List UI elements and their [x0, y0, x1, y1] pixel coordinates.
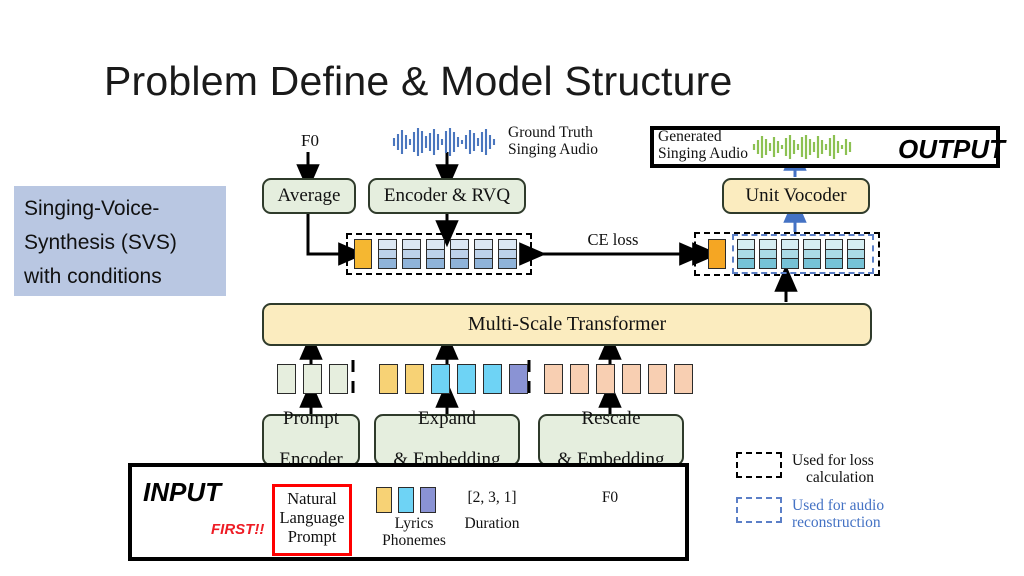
module-prompt-encoder-line-1: Prompt [283, 408, 339, 430]
code-stack-right [847, 239, 865, 269]
lyrics-phonemes-line-2: Phonemes [382, 532, 446, 550]
code-stack-left [426, 239, 445, 269]
f0-token [674, 364, 693, 394]
module-expand-embedding-line-1: Expand [417, 408, 477, 430]
f0-token [570, 364, 589, 394]
prompt-token-row [277, 364, 348, 394]
legend-label-loss: Used for loss calculation [792, 452, 874, 487]
module-rescale-embedding-label: Rescale & Embedding [557, 409, 664, 471]
code-stack-right [781, 239, 799, 269]
module-multi-scale-transformer-label: Multi-Scale Transformer [467, 312, 667, 335]
lyric-token [483, 364, 502, 394]
first-emphasis-label: FIRST!! [211, 521, 265, 538]
natural-language-prompt-box[interactable]: Natural Language Prompt [272, 484, 352, 556]
lyric-token [431, 364, 450, 394]
module-expand-embedding-label: Expand & Embedding [393, 409, 500, 471]
phoneme-swatch [398, 487, 414, 513]
generated-waveform-icon [752, 135, 852, 159]
code-stack-left [402, 239, 421, 269]
legend-reconstruction-line-1: Used for audio [792, 497, 885, 514]
lyric-token [405, 364, 424, 394]
code-stack-left [450, 239, 469, 269]
code-prefix-token-right [708, 239, 726, 269]
slide-canvas: Problem Define & Model Structure Singing… [0, 0, 1024, 576]
legend-label-reconstruction: Used for audio reconstruction [792, 497, 884, 532]
code-stack-right [737, 239, 755, 269]
ce-loss-label: CE loss [587, 230, 639, 249]
code-stack-row-right [737, 239, 869, 269]
module-expand-embedding[interactable]: Expand & Embedding [374, 409, 520, 470]
ground-truth-audio-line-1: Ground Truth [508, 124, 593, 141]
ground-truth-audio-line-2: Singing Audio [508, 141, 599, 159]
prompt-token [303, 364, 322, 394]
module-average[interactable]: Average [262, 178, 356, 214]
nlp-line-1: Natural [287, 489, 337, 508]
code-stack-left [474, 239, 493, 269]
code-stack-right [825, 239, 843, 269]
legend-reconstruction-line-2: reconstruction [792, 514, 881, 532]
module-rescale-embedding[interactable]: Rescale & Embedding [538, 409, 684, 470]
f0-token [544, 364, 563, 394]
duration-value-label: [2, 3, 1] [467, 489, 517, 506]
legend-loss-line-2: calculation [806, 469, 874, 487]
f0-token [648, 364, 667, 394]
prompt-token [277, 364, 296, 394]
lyrics-phonemes-line-1: Lyrics [394, 515, 434, 532]
duration-label: Duration [464, 515, 520, 532]
module-average-label: Average [277, 184, 341, 206]
legend-swatch-loss [736, 452, 782, 478]
code-stack-right [803, 239, 821, 269]
output-word-label: OUTPUT [898, 134, 1005, 164]
input-word-label: INPUT [143, 477, 221, 507]
lyrics-phonemes-label: Lyrics Phonemes [366, 515, 462, 550]
code-prefix-token-left [354, 239, 372, 269]
module-rescale-embedding-line-1: Rescale [581, 408, 641, 430]
generated-audio-label: Generated Singing Audio [658, 128, 748, 163]
module-encoder-rvq-label: Encoder & RVQ [383, 184, 511, 206]
code-stack-row-left [378, 239, 526, 269]
f0-token [622, 364, 641, 394]
module-multi-scale-transformer[interactable]: Multi-Scale Transformer [262, 303, 872, 346]
lyric-token-row [379, 364, 528, 394]
phoneme-swatch [376, 487, 392, 513]
legend-swatch-reconstruction [736, 497, 782, 523]
module-prompt-encoder[interactable]: Prompt Encoder [262, 409, 360, 470]
lyric-token [457, 364, 476, 394]
module-unit-vocoder-label: Unit Vocoder [745, 184, 847, 206]
code-stack-left [378, 239, 397, 269]
f0-top-label: F0 [301, 131, 319, 150]
nlp-line-3: Prompt [287, 527, 337, 547]
lyric-token [379, 364, 398, 394]
generated-audio-line-1: Generated [658, 128, 722, 145]
f0-input-label: F0 [601, 489, 619, 506]
phoneme-swatch-row [376, 487, 436, 513]
nlp-line-2: Language [279, 508, 345, 528]
legend-loss-line-1: Used for loss [792, 452, 874, 469]
module-unit-vocoder[interactable]: Unit Vocoder [722, 178, 870, 214]
generated-audio-line-2: Singing Audio [658, 145, 749, 163]
code-stack-left [498, 239, 517, 269]
phoneme-swatch [420, 487, 436, 513]
ground-truth-audio-label: Ground Truth Singing Audio [508, 124, 598, 159]
f0-token [596, 364, 615, 394]
prompt-token [329, 364, 348, 394]
module-encoder-rvq[interactable]: Encoder & RVQ [368, 178, 526, 214]
lyric-token [509, 364, 528, 394]
ground-truth-waveform-icon [392, 128, 496, 156]
f0-token-row [544, 364, 693, 394]
code-stack-right [759, 239, 777, 269]
module-prompt-encoder-label: Prompt Encoder [279, 409, 342, 471]
